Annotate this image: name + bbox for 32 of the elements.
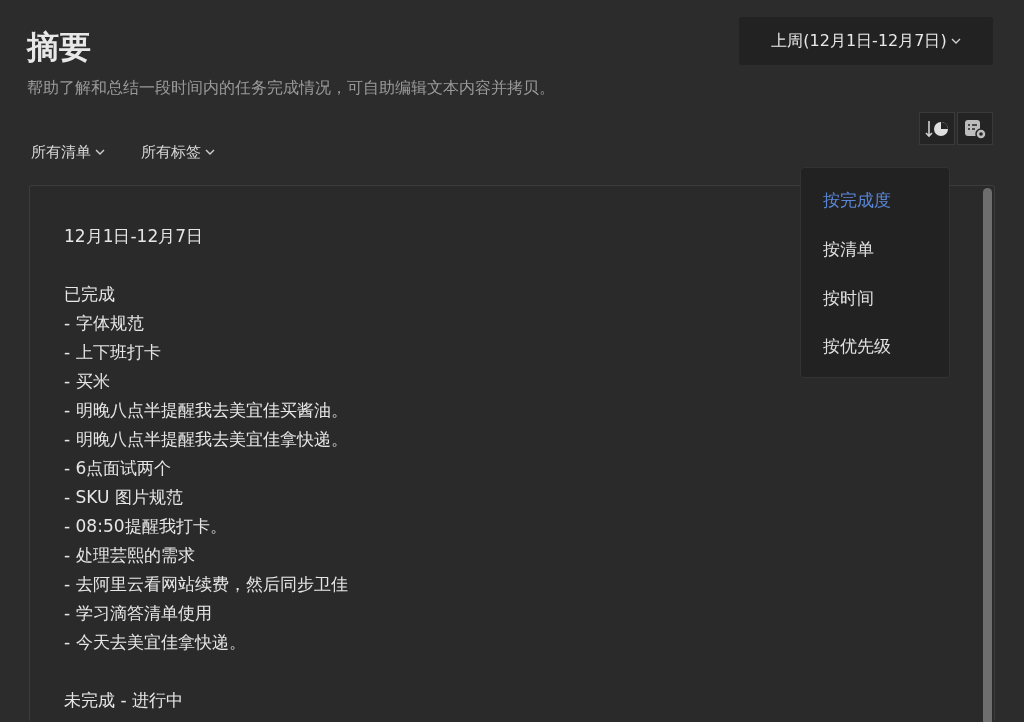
date-range-dropdown[interactable]: 上周(12月1日-12月7日) <box>739 17 993 65</box>
filter-dropdown[interactable]: 所有标签 <box>141 141 215 164</box>
editor-line: - 上下班打卡 <box>64 341 161 364</box>
editor-line: - 6点面试两个 <box>64 457 172 480</box>
editor-line: 未完成 - 进行中 <box>64 689 183 712</box>
sort-icon <box>924 118 950 139</box>
editor-line: - 字体规范 <box>64 312 144 335</box>
editor-line: - SKU 图片规范 <box>64 486 183 509</box>
filter-dropdown[interactable]: 所有清单 <box>31 141 105 164</box>
chevron-icon <box>95 149 105 156</box>
sort-button[interactable] <box>919 112 955 145</box>
editor-line: - 处理芸熙的需求 <box>64 544 195 567</box>
page-description: 帮助了解和总结一段时间内的任务完成情况，可自助编辑文本内容并拷贝。 <box>27 77 555 99</box>
menu-item[interactable]: 按清单 <box>801 230 949 280</box>
editor-line: - 08:50提醒我打卡。 <box>64 515 227 538</box>
editor-line: 已完成 <box>64 283 115 306</box>
editor-line: - 今天去美宜佳拿快递。 <box>64 631 246 654</box>
menu-item[interactable]: 按优先级 <box>801 328 949 377</box>
editor-line: 12月1日-12月7日 <box>64 225 204 248</box>
editor-line: - 买米 <box>64 370 110 393</box>
editor-line: - 学习滴答清单使用 <box>64 602 212 625</box>
chevron-icon <box>205 149 215 156</box>
editor-line: - 明晚八点半提醒我去美宜佳买酱油。 <box>64 399 348 422</box>
menu-item[interactable]: 按完成度 <box>801 182 949 231</box>
chevron-icon <box>950 38 961 44</box>
editor-line: - 去阿里云看网站续费，然后同步卫佳 <box>64 573 348 596</box>
list-settings-icon <box>963 117 987 140</box>
scrollbar[interactable] <box>983 188 992 722</box>
menu-item[interactable]: 按时间 <box>801 279 949 329</box>
page-title: 摘要 <box>27 27 92 67</box>
options-button[interactable] <box>957 112 993 145</box>
editor-line: - 明晚八点半提醒我去美宜佳拿快递。 <box>64 428 348 451</box>
